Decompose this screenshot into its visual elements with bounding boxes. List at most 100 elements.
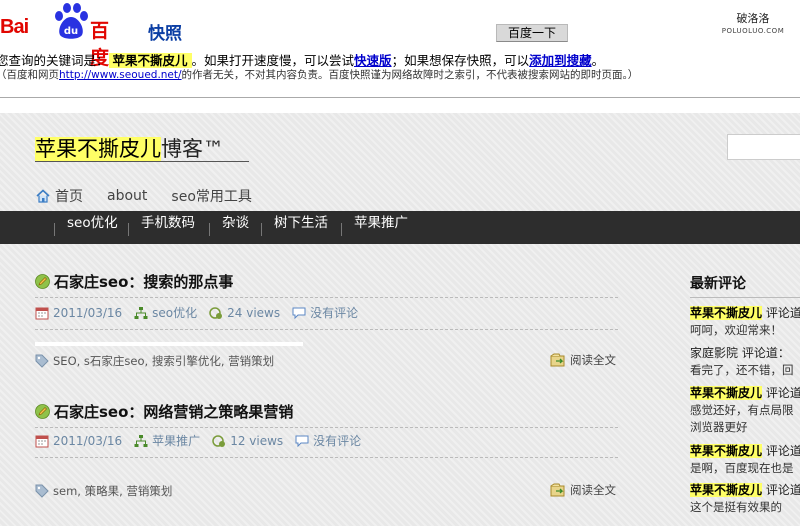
post-meta: 2011/03/16 苹果推广 12 views 没有评论	[35, 432, 361, 449]
comment-author-line: 苹果不撕皮儿 评论道：	[690, 385, 800, 402]
blog-search-input[interactable]	[727, 134, 800, 160]
post-tags[interactable]: SEO, s石家庄seo, 搜索引擎优化, 营销策划	[35, 353, 274, 369]
comment-author-line: 家庭影院 评论道：	[690, 345, 800, 362]
baidu-search-button[interactable]: 百度一下	[496, 24, 568, 42]
views-icon	[209, 306, 223, 319]
poluoluo-watermark: 破洛洛 POLUOLUO.COM	[718, 10, 788, 35]
category-seo[interactable]: seo优化	[67, 211, 118, 244]
post-category[interactable]: seo优化	[134, 304, 197, 321]
read-more-text: 阅读全文	[570, 353, 616, 367]
comment-said: 评论道：	[765, 386, 800, 400]
disclaimer-suffix: 的作者无关，不对其内容负责。百度快照谨为网络故障时之索引，不代表被搜索网站的即时…	[181, 69, 639, 81]
svg-text:du: du	[64, 26, 78, 37]
post-title-divider	[35, 297, 618, 298]
comment-said: 评论道：	[765, 483, 800, 497]
nav-about-label: about	[107, 188, 148, 204]
comment-said: 评论道：	[765, 306, 800, 320]
comment-author: 苹果不撕皮儿	[690, 306, 763, 320]
post-views-text: 12 views	[230, 433, 284, 448]
baidu-paw-icon: du	[55, 3, 88, 39]
read-more-button[interactable]: 阅读全文	[550, 352, 616, 368]
tag-icon	[35, 354, 49, 368]
comment-author-line: 苹果不撕皮儿 评论道：	[690, 443, 800, 460]
category-phone-digital[interactable]: 手机数码	[141, 211, 195, 244]
comment-text: 是啊，百度现在也是	[690, 461, 794, 475]
tag-icon	[35, 484, 49, 498]
recent-comment-4[interactable]: 苹果不撕皮儿 评论道： 是啊，百度现在也是	[690, 443, 800, 477]
post-tags-text: SEO, s石家庄seo, 搜索引擎优化, 营销策划	[53, 354, 275, 368]
pen-icon	[35, 274, 50, 289]
baidu-snapshot-header: Bai du 百度 快照 百度一下 破洛洛 POLUOLUO.COM 您查询的关…	[0, 0, 800, 100]
post-title-divider	[35, 427, 618, 428]
post-separator-bar	[35, 342, 303, 346]
post-title-text: 石家庄seo：网络营销之策略果营销	[54, 403, 294, 421]
post-comments[interactable]: 没有评论	[292, 304, 358, 321]
recent-comment-1[interactable]: 苹果不撕皮儿 评论道： 呵呵，欢迎常来！	[690, 305, 800, 339]
notice-prefix: 您查询的关键词是：	[0, 53, 109, 68]
category-apple-promo[interactable]: 苹果推广	[354, 211, 408, 244]
home-icon	[36, 189, 50, 203]
logo-bai-text: Bai	[0, 16, 29, 38]
post-meta-divider	[35, 329, 618, 330]
post-title[interactable]: 石家庄seo：网络营销之策略果营销	[35, 401, 293, 422]
post-meta: 2011/03/16 seo优化 24 views 没有评论	[35, 304, 358, 321]
post-date-text: 2011/03/16	[53, 433, 123, 448]
pen-icon	[35, 404, 50, 419]
comment-text-continued: 浏览器更好	[690, 420, 748, 434]
comment-text: 这个是挺有效果的	[690, 500, 782, 514]
read-more-text: 阅读全文	[570, 483, 616, 497]
category-misc[interactable]: 杂谈	[222, 211, 249, 244]
comment-said: 评论道：	[741, 346, 790, 360]
disclaimer-prefix: （百度和网页	[0, 69, 59, 81]
snapshot-divider	[0, 97, 800, 98]
site-title-highlight: 苹果不撕皮儿	[35, 137, 161, 161]
post-tags[interactable]: sem, 策略果, 营销策划	[35, 483, 172, 499]
comment-author: 苹果不撕皮儿	[690, 444, 763, 458]
post-tags-text: sem, 策略果, 营销策划	[53, 484, 173, 498]
site-title-underline	[35, 161, 249, 162]
kuaizhao-label: 快照	[148, 24, 182, 44]
recent-comment-5[interactable]: 苹果不撕皮儿 评论道： 这个是挺有效果的	[690, 482, 800, 516]
post-title[interactable]: 石家庄seo：搜索的那点事	[35, 271, 233, 292]
comment-text: 感觉还好，有点局限	[690, 403, 794, 417]
post-category[interactable]: 苹果推广	[134, 432, 200, 449]
comment-said: 评论道：	[765, 444, 800, 458]
comment-text: 呵呵，欢迎常来！	[690, 323, 782, 337]
notice-mid-2: ；如果想保存快照，可以	[391, 53, 530, 68]
nav-seo-tools[interactable]: seo常用工具	[171, 186, 251, 206]
comment-author: 苹果不撕皮儿	[690, 483, 763, 497]
nav-about[interactable]: about	[107, 188, 147, 204]
post-comments-text: 没有评论	[310, 306, 359, 320]
comment-icon	[295, 435, 309, 447]
category-separator	[128, 223, 129, 236]
snapshot-disclaimer: （百度和网页http://www.seoued.net/的作者无关，不对其内容负…	[0, 67, 638, 82]
post-views: 24 views	[209, 306, 280, 320]
category-life[interactable]: 树下生活	[274, 211, 328, 244]
notice-end: 。	[591, 53, 605, 68]
nav-seo-tools-label: seo常用工具	[171, 189, 252, 205]
post-comments[interactable]: 没有评论	[295, 432, 361, 449]
query-keyword: 苹果不撕皮儿	[108, 53, 192, 68]
watermark-en: POLUOLUO.COM	[721, 27, 785, 35]
calendar-icon	[35, 435, 49, 447]
category-separator	[209, 223, 210, 236]
post-comments-text: 没有评论	[313, 434, 362, 448]
post-date: 2011/03/16	[35, 434, 122, 448]
recent-comment-3[interactable]: 苹果不撕皮儿 评论道： 感觉还好，有点局限 浏览器更好	[690, 385, 800, 436]
category-separator	[54, 223, 55, 236]
comment-author: 家庭影院	[690, 346, 739, 360]
post-date-text: 2011/03/16	[53, 305, 123, 320]
recent-comment-2[interactable]: 家庭影院 评论道： 看完了，还不错，回	[690, 345, 800, 379]
source-url-link[interactable]: http://www.seoued.net/	[59, 69, 182, 81]
notice-mid-1: 。如果打开速度慢，可以尝试	[191, 53, 355, 68]
comment-author: 苹果不撕皮儿	[690, 386, 763, 400]
read-more-button[interactable]: 阅读全文	[550, 482, 616, 498]
post-category-text: seo优化	[152, 306, 198, 320]
site-title[interactable]: 苹果不撕皮儿博客™	[35, 133, 224, 163]
calendar-icon	[35, 307, 49, 319]
nav-home[interactable]: 首页	[35, 186, 83, 206]
comment-author-line: 苹果不撕皮儿 评论道：	[690, 305, 800, 322]
fast-version-link[interactable]: 快速版	[354, 53, 392, 68]
sidebar-title-divider	[690, 297, 800, 298]
add-to-favorites-link[interactable]: 添加到搜藏	[529, 53, 592, 68]
